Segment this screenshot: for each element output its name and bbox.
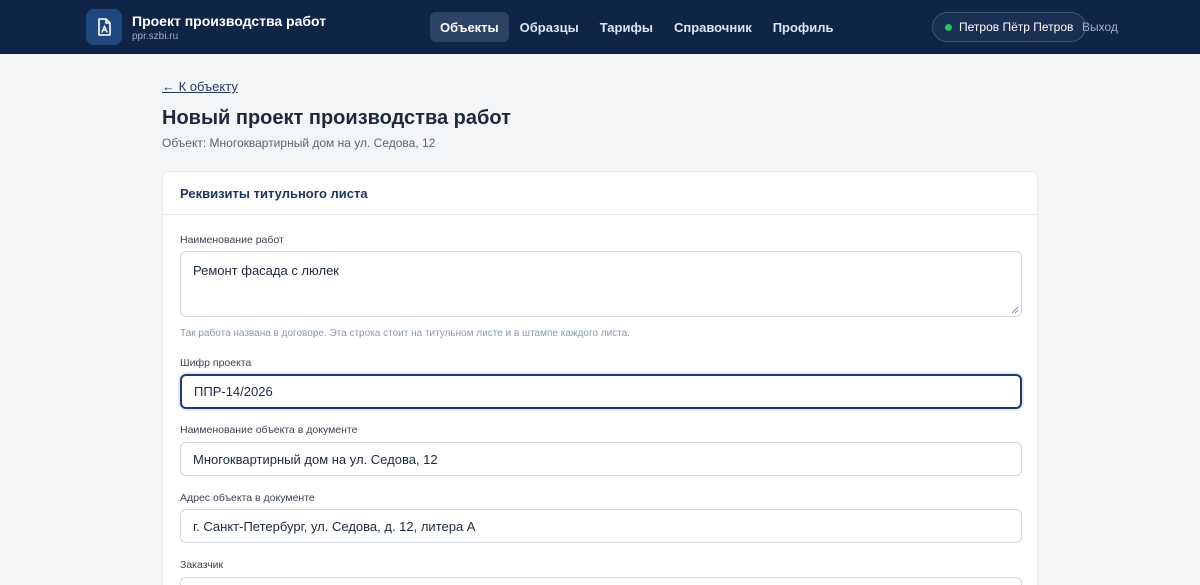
object-name-value: Многоквартирный дом на ул. Седова, 12 [193, 451, 438, 467]
object-name-input[interactable]: Многоквартирный дом на ул. Седова, 12 [180, 442, 1022, 476]
top-navigation-bar: Проект производства работ ppr.szbi.ru Об… [0, 0, 1200, 54]
card-header: Реквизиты титульного листа [163, 172, 1037, 215]
brand[interactable]: Проект производства работ ppr.szbi.ru [86, 9, 326, 45]
nav-item-samples[interactable]: Образцы [510, 12, 589, 42]
back-to-object-link[interactable]: ← К объекту [162, 79, 238, 94]
nav-item-profile[interactable]: Профиль [763, 12, 844, 42]
app-title: Проект производства работ [132, 12, 327, 29]
nav-item-objects[interactable]: Объекты [430, 12, 509, 42]
nav-item-tariffs[interactable]: Тарифы [590, 12, 663, 42]
main-nav: Объекты Образцы Тарифы Справочник Профил… [430, 12, 845, 42]
resize-grip-icon[interactable] [1011, 306, 1019, 314]
work-name-value: Ремонт фасада с люлек [193, 263, 339, 278]
title-page-details-card: Реквизиты титульного листа Наименование … [162, 171, 1038, 585]
project-code-value: ППР-14/2026 [194, 384, 273, 399]
work-name-label: Наименование работ [180, 234, 284, 246]
object-address-label: Адрес объекта в документе [180, 492, 315, 504]
customer-label: Заказчик [180, 559, 224, 571]
project-code-input[interactable]: ППР-14/2026 [180, 374, 1022, 409]
object-name-label: Наименование объекта в документе [180, 424, 358, 436]
user-menu-pill[interactable]: Петров Пётр Петров [932, 12, 1087, 42]
customer-input[interactable] [180, 577, 1022, 585]
document-logo-icon [86, 9, 122, 45]
online-status-icon [945, 23, 952, 31]
page-title: Новый проект производства работ [162, 107, 511, 129]
object-address-value: г. Санкт-Петербург, ул. Седова, д. 12, л… [193, 518, 476, 534]
work-name-hint: Так работа названа в договоре. Эта строк… [180, 328, 630, 339]
object-address-input[interactable]: г. Санкт-Петербург, ул. Седова, д. 12, л… [180, 509, 1022, 543]
work-name-textarea[interactable]: Ремонт фасада с люлек [180, 251, 1022, 317]
logout-link[interactable]: Выход [1082, 20, 1118, 34]
app-domain: ppr.szbi.ru [132, 30, 179, 42]
page-subtitle: Объект: Многоквартирный дом на ул. Седов… [162, 136, 436, 150]
project-code-label: Шифр проекта [180, 357, 252, 369]
user-name: Петров Пётр Петров [959, 20, 1074, 34]
nav-item-reference[interactable]: Справочник [664, 12, 762, 42]
card-title: Реквизиты титульного листа [180, 185, 368, 201]
